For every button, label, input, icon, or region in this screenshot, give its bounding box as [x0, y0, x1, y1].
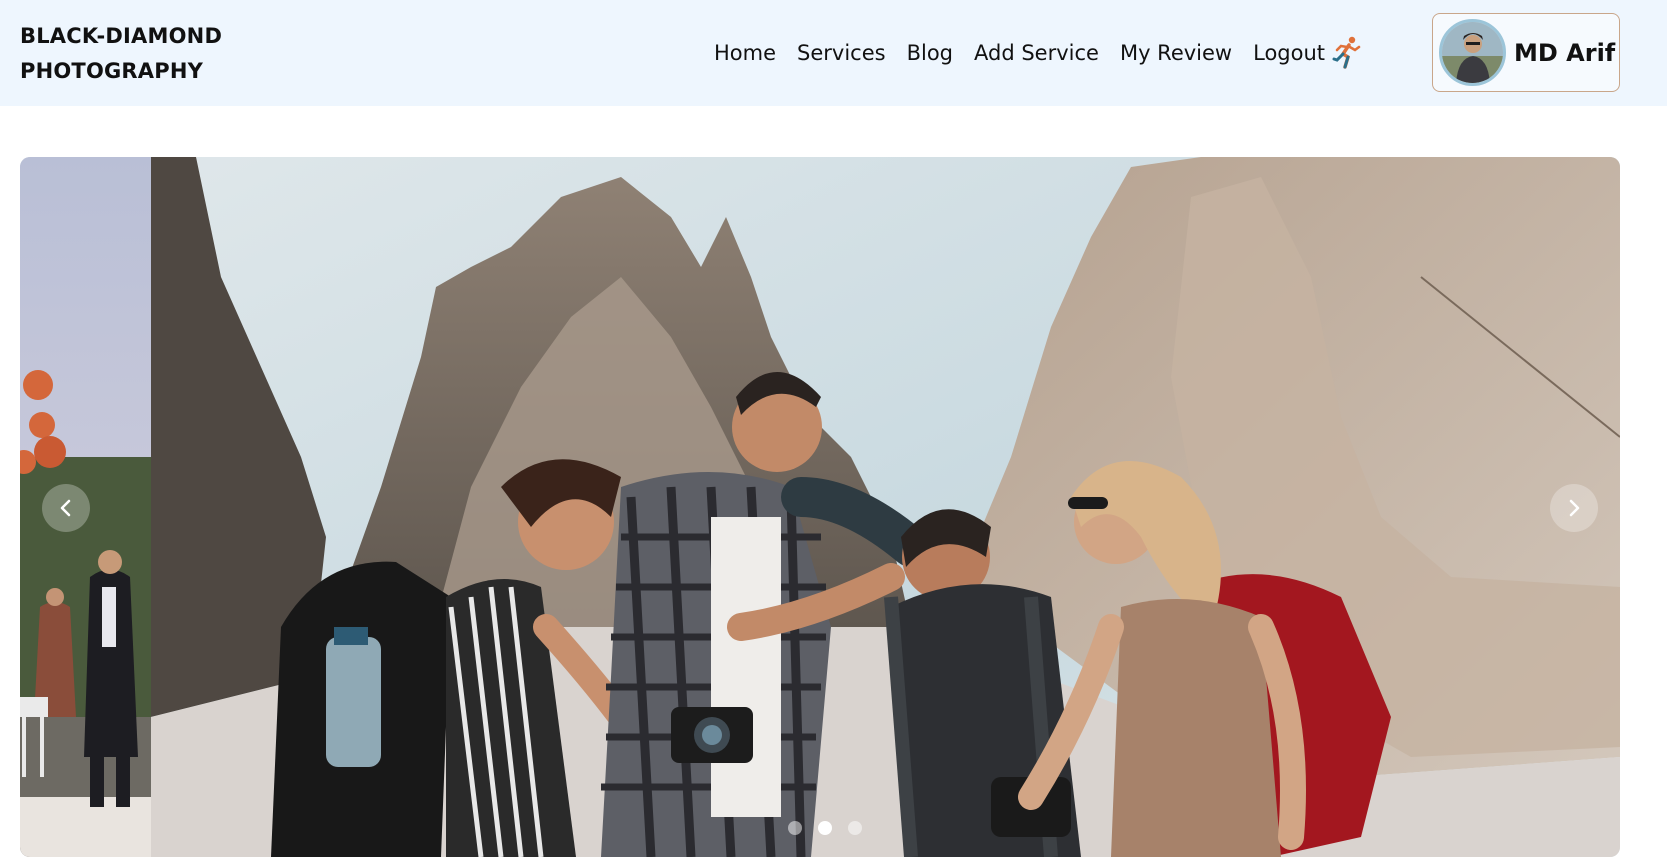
carousel-prev-button[interactable] [42, 484, 90, 532]
nav-add-service[interactable]: Add Service [974, 37, 1099, 69]
nav-services[interactable]: Services [797, 37, 886, 69]
user-avatar [1439, 19, 1506, 86]
carousel-indicators [780, 821, 870, 835]
nav-my-review[interactable]: My Review [1120, 37, 1232, 69]
chevron-right-icon [1569, 499, 1580, 517]
logout-button[interactable]: Logout [1253, 36, 1361, 70]
running-man-icon [1332, 36, 1361, 69]
brand-line-2: PHOTOGRAPHY [20, 59, 204, 83]
brand-line-1: BLACK-DIAMOND [20, 24, 223, 48]
chevron-left-icon [60, 499, 71, 517]
brand-logo[interactable]: BLACK-DIAMOND PHOTOGRAPHY [20, 19, 222, 89]
main-nav: Home Services Blog Add Service My Review… [714, 36, 1361, 70]
carousel-next-button[interactable] [1550, 484, 1598, 532]
user-name: MD Arif [1514, 38, 1616, 67]
carousel-dot-2[interactable] [818, 821, 832, 835]
user-profile-button[interactable]: MD Arif [1432, 13, 1620, 92]
nav-home[interactable]: Home [714, 37, 776, 69]
hero-carousel [20, 157, 1620, 857]
nav-blog[interactable]: Blog [907, 37, 953, 69]
logout-label: Logout [1253, 41, 1326, 65]
carousel-slide-hikers [151, 157, 1620, 857]
carousel-dot-1[interactable] [788, 821, 802, 835]
navbar: BLACK-DIAMOND PHOTOGRAPHY Home Services … [0, 0, 1667, 106]
carousel-dot-3[interactable] [848, 821, 862, 835]
